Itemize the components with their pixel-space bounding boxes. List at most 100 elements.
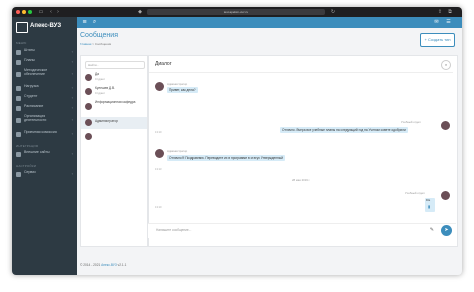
breadcrumb: Главная > Сообщения — [80, 42, 111, 46]
sidebar-item-label: Методическое обеспечение — [24, 68, 48, 76]
breadcrumb-home[interactable]: Главная — [80, 42, 91, 46]
admission-icon — [16, 132, 21, 137]
contact-item-selected[interactable]: Администратор — [81, 117, 147, 129]
contact-search-input[interactable]: Найти... — [85, 61, 145, 69]
contact-name: Администратор — [95, 119, 118, 123]
top-navbar: ≡ ⌕ ✉ ☰ — [77, 17, 462, 28]
message-input[interactable]: Напишите сообщение... — [156, 228, 191, 232]
reload-icon[interactable]: ↻ — [330, 9, 336, 15]
sidebar-section-menu: МЕНЮ — [16, 41, 27, 45]
chevron-left-icon: ‹ — [71, 59, 73, 64]
wrench-icon — [16, 172, 21, 177]
sidebar-item-plans[interactable]: Планы ‹ — [12, 58, 77, 67]
contact-item[interactable] — [81, 131, 147, 143]
avatar — [441, 191, 450, 200]
shield-icon: ◆ — [138, 9, 142, 15]
breadcrumb-current: Сообщения — [94, 42, 112, 46]
book-logo-icon — [16, 22, 28, 33]
org-icon — [16, 118, 21, 123]
window-maximize-button[interactable] — [28, 10, 32, 14]
search-icon[interactable]: ⌕ — [90, 18, 99, 27]
message-bubble: Отлично. Вчера все учебные планы на след… — [280, 127, 408, 133]
message-bubble: Привет, как дела? — [167, 87, 198, 93]
message-author: Учебный отдел — [405, 191, 425, 195]
chat-panel: Диалог × Администратор Привет, как дела?… — [148, 55, 458, 247]
close-icon[interactable]: × — [441, 60, 451, 70]
chat-title: Диалог — [155, 61, 172, 67]
browser-chrome: ▭ ‹ › ◆ test.apelsin-vuz.ru ↻ ⇪ ⧉ — [12, 7, 462, 17]
app-window: ▭ ‹ › ◆ test.apelsin-vuz.ru ↻ ⇪ ⧉ Апекс-… — [12, 7, 462, 275]
forward-icon[interactable]: › — [55, 9, 61, 15]
logo[interactable]: Апекс-ВУЗ — [16, 21, 74, 33]
globe-icon — [16, 152, 21, 157]
contact-subtitle: Студент — [95, 78, 105, 81]
sidebar-item-organization[interactable]: Организация деятельности ‹ — [12, 114, 77, 128]
contact-name: Да — [95, 72, 99, 76]
back-icon[interactable]: ‹ — [48, 9, 54, 15]
chevron-left-icon: ‹ — [71, 95, 73, 100]
footer-version: v2.1.1 — [117, 263, 127, 267]
avatar — [85, 119, 92, 126]
chevron-left-icon: ‹ — [71, 151, 73, 156]
file-attachment[interactable]: File ▮ — [425, 198, 435, 212]
message-time: 13:10 — [155, 131, 162, 134]
sidebar-item-methodology[interactable]: Методическое обеспечение ‹ — [12, 68, 77, 82]
message-author: Администратор — [167, 82, 188, 86]
message-author: Учебный отдел — [401, 120, 421, 124]
sidebar-toggle-icon[interactable]: ▭ — [38, 9, 44, 15]
date-divider: 28 мая 2019 г. — [291, 178, 311, 182]
sidebar-item-admission[interactable]: Приемная комиссия ‹ — [12, 130, 77, 139]
sidebar-item-schedule[interactable]: Расписание ‹ — [12, 104, 77, 113]
page-title: Сообщения — [80, 32, 118, 39]
avatar — [85, 74, 92, 81]
logo-text: Апекс-ВУЗ — [30, 23, 62, 29]
address-bar[interactable]: test.apelsin-vuz.ru — [147, 9, 325, 15]
window-minimize-button[interactable] — [22, 10, 26, 14]
file-label: File — [426, 199, 431, 202]
messages-icon[interactable]: ✉ — [433, 19, 440, 26]
contact-item[interactable]: Информационная кафедра — [81, 100, 147, 114]
contact-item[interactable]: Да Студент — [81, 72, 147, 84]
contact-name: Кулешев Д.В. — [95, 86, 115, 90]
avatar — [155, 149, 164, 158]
sidebar-item-label: Расписание — [24, 104, 44, 108]
sidebar-item-external-sites[interactable]: Внешние сайты ‹ — [12, 150, 77, 159]
workload-icon — [16, 86, 21, 91]
send-button[interactable]: ➤ — [441, 225, 452, 236]
sidebar-item-workload[interactable]: Нагрузка ‹ — [12, 84, 77, 93]
sidebar-item-label: Планы — [24, 58, 35, 62]
message-bubble: Отлично!!! Поздравляю. Переводите их в п… — [167, 155, 285, 161]
sidebar: Апекс-ВУЗ МЕНЮ Штаты ‹ Планы ‹ Методичес… — [12, 17, 77, 275]
footer-product[interactable]: Апекс-ВУЗ — [101, 263, 117, 267]
chevron-left-icon: ‹ — [71, 171, 73, 176]
contacts-panel: Найти... Да Студент Кулешев Д.В. Студент… — [80, 55, 148, 247]
tabs-icon[interactable]: ⧉ — [447, 9, 453, 15]
book-icon — [16, 72, 21, 77]
chevron-left-icon: ‹ — [71, 71, 73, 76]
contact-item[interactable]: Кулешев Д.В. Студент — [81, 86, 147, 98]
sidebar-item-service[interactable]: Сервис ‹ — [12, 170, 77, 179]
sidebar-section-settings: НАСТРОЙКИ — [16, 164, 37, 168]
student-icon — [16, 96, 21, 101]
share-icon[interactable]: ⇪ — [437, 9, 443, 15]
hamburger-menu-icon[interactable]: ≡ — [80, 18, 89, 27]
avatar — [85, 103, 92, 110]
file-icon: ▮ — [428, 204, 431, 209]
sidebar-item-student[interactable]: Студент ‹ — [12, 94, 77, 103]
plans-icon — [16, 60, 21, 65]
chevron-left-icon: ‹ — [71, 117, 73, 122]
avatar — [85, 133, 92, 140]
chevron-left-icon: ‹ — [71, 105, 73, 110]
window-close-button[interactable] — [16, 10, 20, 14]
notifications-icon[interactable]: ☰ — [445, 19, 452, 26]
paperclip-icon[interactable]: ✎ — [430, 227, 434, 233]
sidebar-item-label: Студент — [24, 94, 38, 98]
create-button[interactable]: + Создать тип — [420, 33, 455, 47]
chevron-left-icon: ‹ — [71, 85, 73, 90]
message-time: 13:13 — [155, 168, 162, 171]
sidebar-section-integration: ИНТЕГРАЦИЯ — [16, 144, 39, 148]
sidebar-item-label: Приемная комиссия — [24, 130, 57, 134]
sidebar-item-staff[interactable]: Штаты ‹ — [12, 48, 77, 57]
sidebar-item-label: Нагрузка — [24, 84, 39, 88]
sidebar-item-label: Штаты — [24, 48, 35, 52]
